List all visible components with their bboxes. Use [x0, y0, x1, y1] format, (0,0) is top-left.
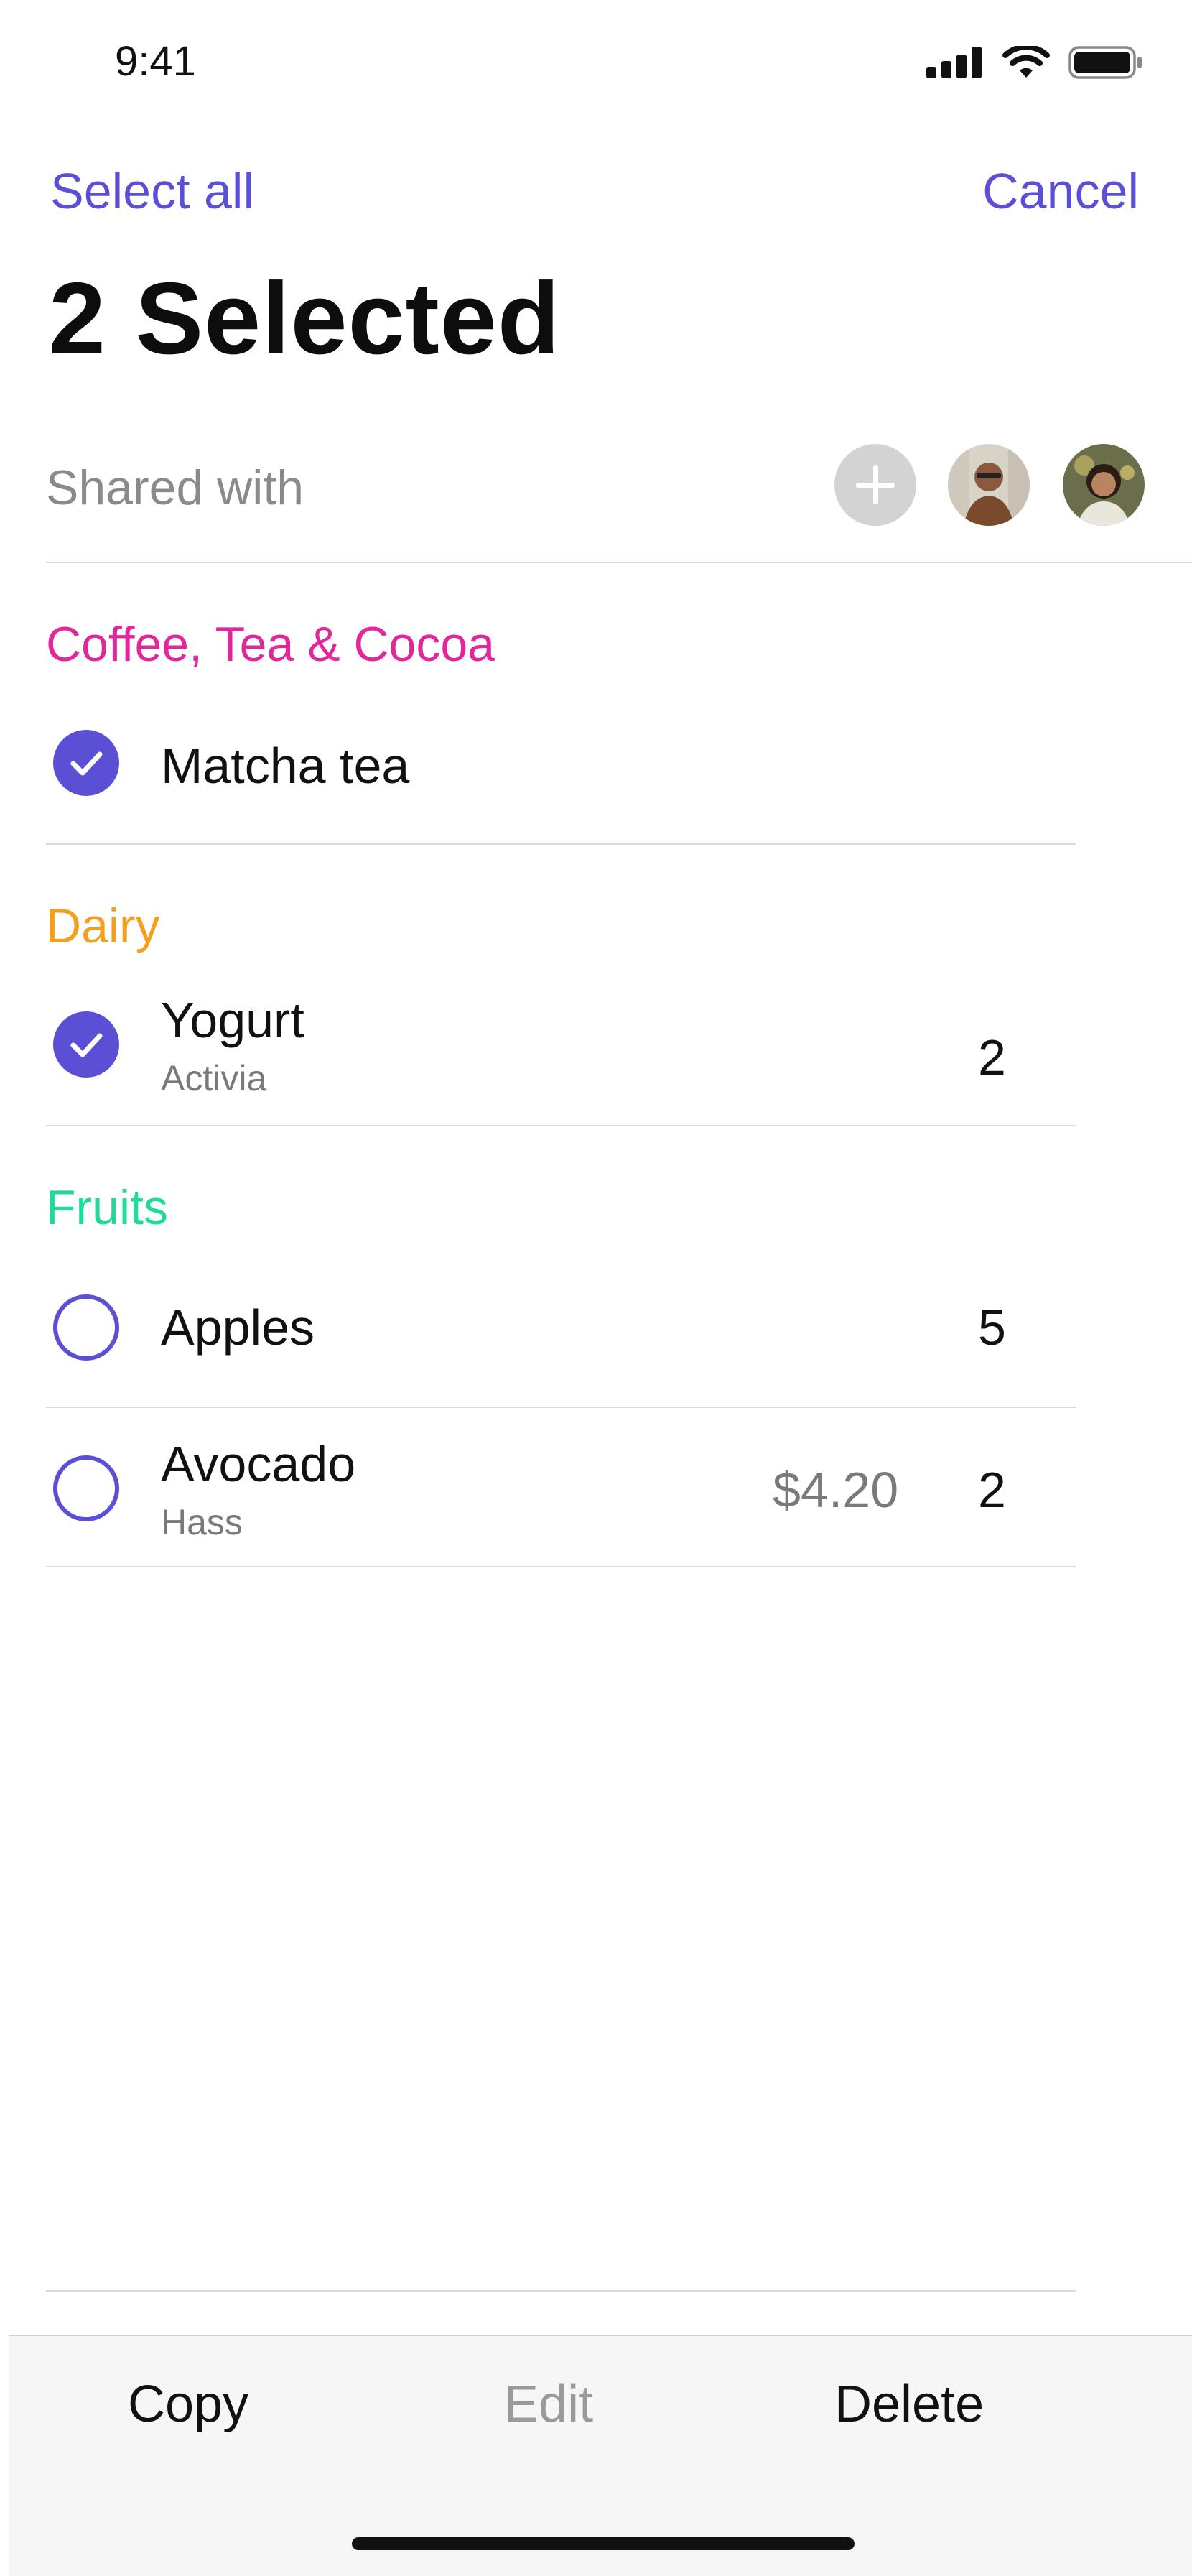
- item-name-avocado[interactable]: Avocado: [161, 1435, 355, 1493]
- home-indicator: [352, 2537, 855, 2550]
- checkmark-icon: [70, 1033, 103, 1057]
- add-share-button[interactable]: [834, 444, 916, 526]
- wifi-icon: [1002, 46, 1050, 78]
- item-subtitle-yogurt: Activia: [161, 1058, 267, 1098]
- plus-icon: [856, 465, 895, 504]
- divider: [46, 1407, 1076, 1408]
- item-price-avocado: $4.20: [773, 1462, 899, 1518]
- item-checkbox-avocado[interactable]: [53, 1455, 119, 1521]
- item-quantity-avocado[interactable]: 2: [978, 1461, 1006, 1519]
- copy-button[interactable]: Copy: [128, 2375, 248, 2434]
- delete-button[interactable]: Delete: [834, 2375, 984, 2434]
- item-checkbox-apples[interactable]: [53, 1294, 119, 1361]
- divider: [46, 2290, 1076, 2292]
- cancel-button[interactable]: Cancel: [982, 162, 1139, 220]
- item-name-apples[interactable]: Apples: [161, 1299, 315, 1356]
- item-subtitle-avocado: Hass: [161, 1502, 243, 1542]
- battery-icon: [1068, 46, 1142, 79]
- divider: [46, 843, 1076, 845]
- avatar[interactable]: [948, 444, 1030, 526]
- item-name-yogurt[interactable]: Yogurt: [161, 991, 304, 1049]
- status-icons: [926, 46, 1143, 79]
- item-checkbox-yogurt[interactable]: [53, 1011, 119, 1078]
- page-title: 2 Selected: [49, 261, 561, 376]
- section-header-dairy: Dairy: [46, 899, 160, 953]
- status-time: 9:41: [115, 38, 196, 85]
- item-quantity-apples[interactable]: 5: [978, 1299, 1006, 1356]
- item-checkbox-matcha-tea[interactable]: [53, 730, 119, 796]
- item-name-matcha-tea[interactable]: Matcha tea: [161, 737, 409, 794]
- divider: [46, 1566, 1076, 1567]
- section-header-fruits: Fruits: [46, 1180, 168, 1235]
- edit-button[interactable]: Edit: [504, 2375, 593, 2434]
- section-header-coffee-tea-cocoa: Coffee, Tea & Cocoa: [46, 617, 495, 672]
- item-quantity-yogurt[interactable]: 2: [978, 1029, 1006, 1086]
- checkmark-icon: [70, 751, 103, 776]
- divider: [46, 562, 1192, 563]
- signal-icon: [926, 47, 982, 78]
- select-all-button[interactable]: Select all: [50, 162, 254, 220]
- avatar[interactable]: [1063, 444, 1145, 526]
- shared-with-label: Shared with: [46, 460, 304, 515]
- divider: [46, 1125, 1076, 1126]
